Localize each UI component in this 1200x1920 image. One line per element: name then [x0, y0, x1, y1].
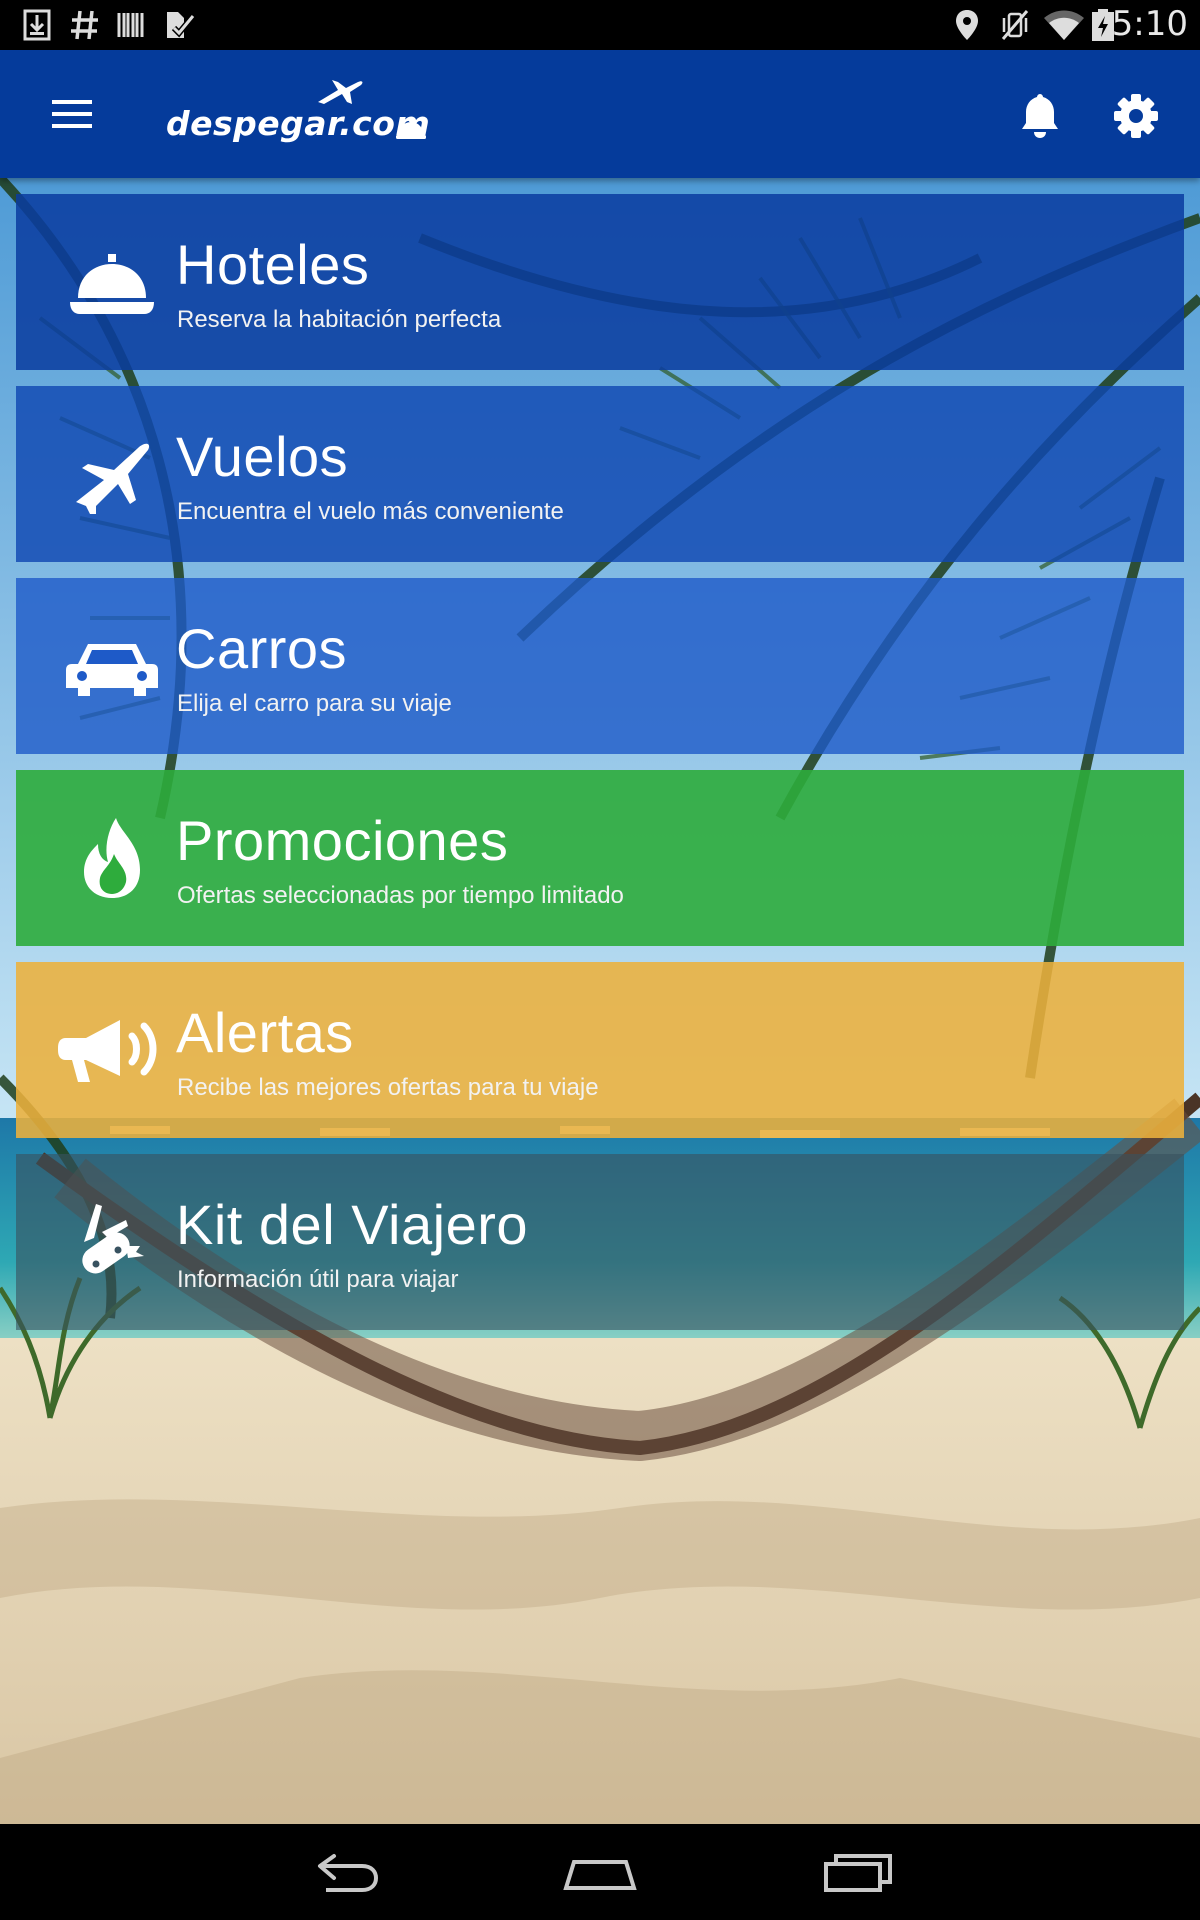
home-icon[interactable]	[560, 1844, 640, 1900]
card-subtitle: Recibe las mejores ofertas para tu viaje	[177, 1074, 599, 1101]
recent-apps-icon[interactable]	[818, 1844, 898, 1900]
swiss-knife-icon	[82, 1204, 144, 1274]
location-icon	[956, 10, 978, 40]
bell-icon[interactable]	[1012, 90, 1068, 142]
download-icon	[23, 9, 51, 41]
menu-card-alertas[interactable]: Alertas Recibe las mejores ofertas para …	[16, 962, 1184, 1138]
hash-icon	[71, 10, 98, 40]
menu-card-hoteles[interactable]: Hoteles Reserva la habitación perfecta	[16, 194, 1184, 370]
menu-card-kit-del-viajero[interactable]: Kit del Viajero Información útil para vi…	[16, 1154, 1184, 1330]
status-bar: 5:10	[0, 0, 1200, 50]
system-nav-bar	[0, 1824, 1200, 1920]
task-icon	[167, 12, 196, 38]
gear-icon[interactable]	[1108, 90, 1164, 142]
menu-card-vuelos[interactable]: Vuelos Encuentra el vuelo más convenient…	[16, 386, 1184, 562]
fire-icon	[84, 818, 140, 898]
card-subtitle: Ofertas seleccionadas por tiempo limitad…	[177, 882, 624, 909]
card-title: Alertas	[176, 1001, 354, 1064]
despegar-logo: despegar.com	[164, 78, 464, 150]
card-subtitle: Elija el carro para su viaje	[177, 690, 452, 717]
clock-time: 5:10	[1111, 4, 1188, 44]
logo-plane-icon	[318, 80, 363, 104]
app-screen: 5:10 despegar.com Hoteles Reserva la hab…	[0, 0, 1200, 1920]
card-subtitle: Información útil para viajar	[177, 1266, 459, 1293]
logo-bell-icon	[396, 117, 426, 139]
app-toolbar: despegar.com	[0, 50, 1200, 178]
card-title: Kit del Viajero	[176, 1193, 529, 1256]
card-title: Vuelos	[176, 425, 349, 488]
back-icon[interactable]	[306, 1844, 386, 1900]
airplane-icon	[76, 443, 150, 514]
card-title: Carros	[176, 617, 348, 680]
menu-card-promociones[interactable]: Promociones Ofertas seleccionadas por ti…	[16, 770, 1184, 946]
vibrate-off-icon	[1001, 10, 1029, 40]
hamburger-menu-icon[interactable]	[40, 86, 104, 142]
megaphone-icon	[58, 1020, 157, 1082]
logo-text: despegar.com	[166, 104, 431, 143]
wifi-icon	[1044, 10, 1084, 40]
card-title: Hoteles	[176, 233, 370, 296]
car-icon	[66, 644, 158, 696]
hotel-bell-icon	[70, 254, 154, 314]
card-subtitle: Reserva la habitación perfecta	[177, 306, 502, 333]
card-title: Promociones	[176, 809, 509, 872]
menu-card-carros[interactable]: Carros Elija el carro para su viaje	[16, 578, 1184, 754]
card-subtitle: Encuentra el vuelo más conveniente	[177, 498, 564, 525]
barcode-icon	[117, 13, 144, 37]
